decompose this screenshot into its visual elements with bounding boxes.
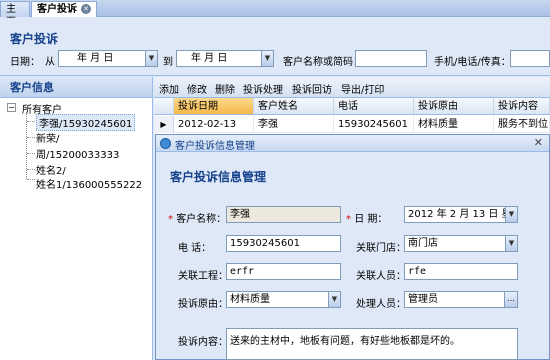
store-label: 关联门店： [356,243,406,254]
table-cell[interactable]: 2012-02-13 [174,116,254,133]
table-cell[interactable]: 材料质量 [414,116,494,133]
date-field-label-text: 日 期： [354,214,388,225]
handler-field[interactable]: 管理员 … [404,291,518,308]
project-label: 关联工程： [178,271,228,282]
delete-button[interactable]: 删除 [215,81,235,96]
toolbar: 添加 修改 删除 投诉处理 投诉回访 导出/打印 [154,77,550,98]
tree-node-customer[interactable]: 新荣/ [36,130,59,145]
phone-label: 手机/电话/传真： [434,57,511,68]
customer-panel-title: 客户信息 [0,77,152,98]
tree-node-customer[interactable]: 姓名1/136000555222 [36,176,142,191]
table-cell[interactable]: 15930245601 [334,116,414,133]
tab-complaint-label: 客户投诉 [37,4,77,15]
tree-connector [27,179,35,180]
browse-icon[interactable]: … [504,292,517,307]
complaint-grid: 投诉日期 客户姓名 电话 投诉原由 投诉内容 ▶ 2012-02-13 李强 1… [154,98,550,134]
grid-corner [154,98,174,115]
table-cell[interactable]: 服务不到位 [494,116,550,133]
chevron-down-icon[interactable]: ▼ [505,236,517,251]
from-label: 从 [45,57,55,68]
project-value: erfr [230,266,255,277]
column-header[interactable]: 投诉日期 [174,98,254,115]
phone-search-input[interactable] [510,50,550,67]
tree-connector [27,137,35,138]
handler-value: 管理员 [408,294,438,305]
date-picker-value: 2012 年 2 月 13 日 星 [408,209,512,220]
tree-node-customer[interactable]: 姓名2/ [36,162,66,177]
edit-button[interactable]: 修改 [187,81,207,96]
row-pointer-icon: ▶ [154,116,174,133]
customer-name-label-text: 客户名称： [176,214,227,225]
date-to-value: 年 月 日 [191,53,228,64]
staff-field[interactable]: rfe [404,263,518,280]
reason-select[interactable]: 材料质量 ▼ [226,291,341,308]
customer-name-field[interactable]: 李强 [226,206,341,223]
column-header[interactable]: 客户姓名 [254,98,334,115]
staff-value: rfe [408,266,427,277]
store-select[interactable]: 南门店 ▼ [404,235,518,252]
to-label: 到 [163,57,173,68]
date-from-picker[interactable]: 年 月 日 ▼ [58,50,158,67]
tree-connector [27,121,35,122]
tree-connector [27,153,35,154]
customer-tree-panel: 客户信息 − 所有客户 李强/15930245601 新荣/ 周/1520003… [0,77,153,360]
customer-name-value: 李强 [230,209,250,220]
chevron-down-icon[interactable]: ▼ [328,292,340,307]
column-header[interactable]: 投诉原由 [414,98,494,115]
date-label: 日期： [10,57,40,68]
tab-customer-complaint[interactable]: 客户投诉 ✕ [31,1,97,17]
close-icon[interactable]: ✕ [81,4,91,14]
reason-value: 材料质量 [230,294,270,305]
complaint-dialog: 客户投诉信息管理 ✕ 客户投诉信息管理 * 客户名称： 李强 * 日 期： 20… [155,134,550,360]
chevron-down-icon[interactable]: ▼ [261,51,273,66]
dialog-titlebar[interactable]: 客户投诉信息管理 ✕ [156,135,549,152]
phone-field[interactable]: 15930245601 [226,235,341,252]
project-field[interactable]: erfr [226,263,341,280]
content-textarea[interactable]: 送来的主材中，地板有问题，有好些地板都是坏的。 [226,328,518,360]
query-panel: 客户投诉 日期： 从 年 月 日 ▼ 到 年 月 日 ▼ 客户名称或简码： 手机… [0,18,550,76]
name-label: 客户名称或简码： [283,57,363,68]
chevron-down-icon[interactable]: ▼ [505,207,517,222]
dialog-subtitle: 客户投诉信息管理 [170,170,267,184]
export-print-button[interactable]: 导出/打印 [341,81,384,96]
handler-label: 处理人员： [356,299,406,310]
staff-label: 关联人员： [356,271,406,282]
phone-field-label: 电 话： [178,243,212,254]
column-header[interactable]: 电话 [334,98,414,115]
date-field-label: * 日 期： [346,210,387,225]
app-icon [160,138,171,149]
add-button[interactable]: 添加 [159,81,179,96]
date-picker-field[interactable]: 2012 年 2 月 13 日 星 ▼ [404,206,518,223]
required-icon: * [346,214,355,225]
column-header[interactable]: 投诉内容 [494,98,550,115]
collapse-icon[interactable]: − [7,103,16,112]
name-search-input[interactable] [355,50,427,67]
tree-connector [27,169,35,170]
close-icon[interactable]: ✕ [534,136,543,149]
tab-strip: 主页 客户投诉 ✕ [0,0,550,28]
date-to-picker[interactable]: 年 月 日 ▼ [176,50,274,67]
table-cell[interactable]: 李强 [254,116,334,133]
required-icon: * [168,214,177,225]
date-from-value: 年 月 日 [77,53,114,64]
query-title: 客户投诉 [10,32,59,46]
reason-label: 投诉原由： [178,299,228,310]
store-value: 南门店 [408,238,438,249]
dialog-body: 客户投诉信息管理 * 客户名称： 李强 * 日 期： 2012 年 2 月 13… [156,153,549,360]
handle-complaint-button[interactable]: 投诉处理 [243,81,283,96]
dialog-title: 客户投诉信息管理 [175,141,255,152]
tree-node-customer[interactable]: 周/15200033333 [36,146,119,161]
chevron-down-icon[interactable]: ▼ [145,51,157,66]
customer-name-label: * 客户名称： [168,210,226,225]
tab-home[interactable]: 主页 [0,1,30,28]
tree-node-customer[interactable]: 李强/15930245601 [36,114,136,131]
content-value: 送来的主材中，地板有问题，有好些地板都是坏的。 [230,336,460,347]
phone-field-value: 15930245601 [230,238,300,249]
content-label: 投诉内容： [178,337,228,348]
complaint-followup-button[interactable]: 投诉回访 [292,81,332,96]
